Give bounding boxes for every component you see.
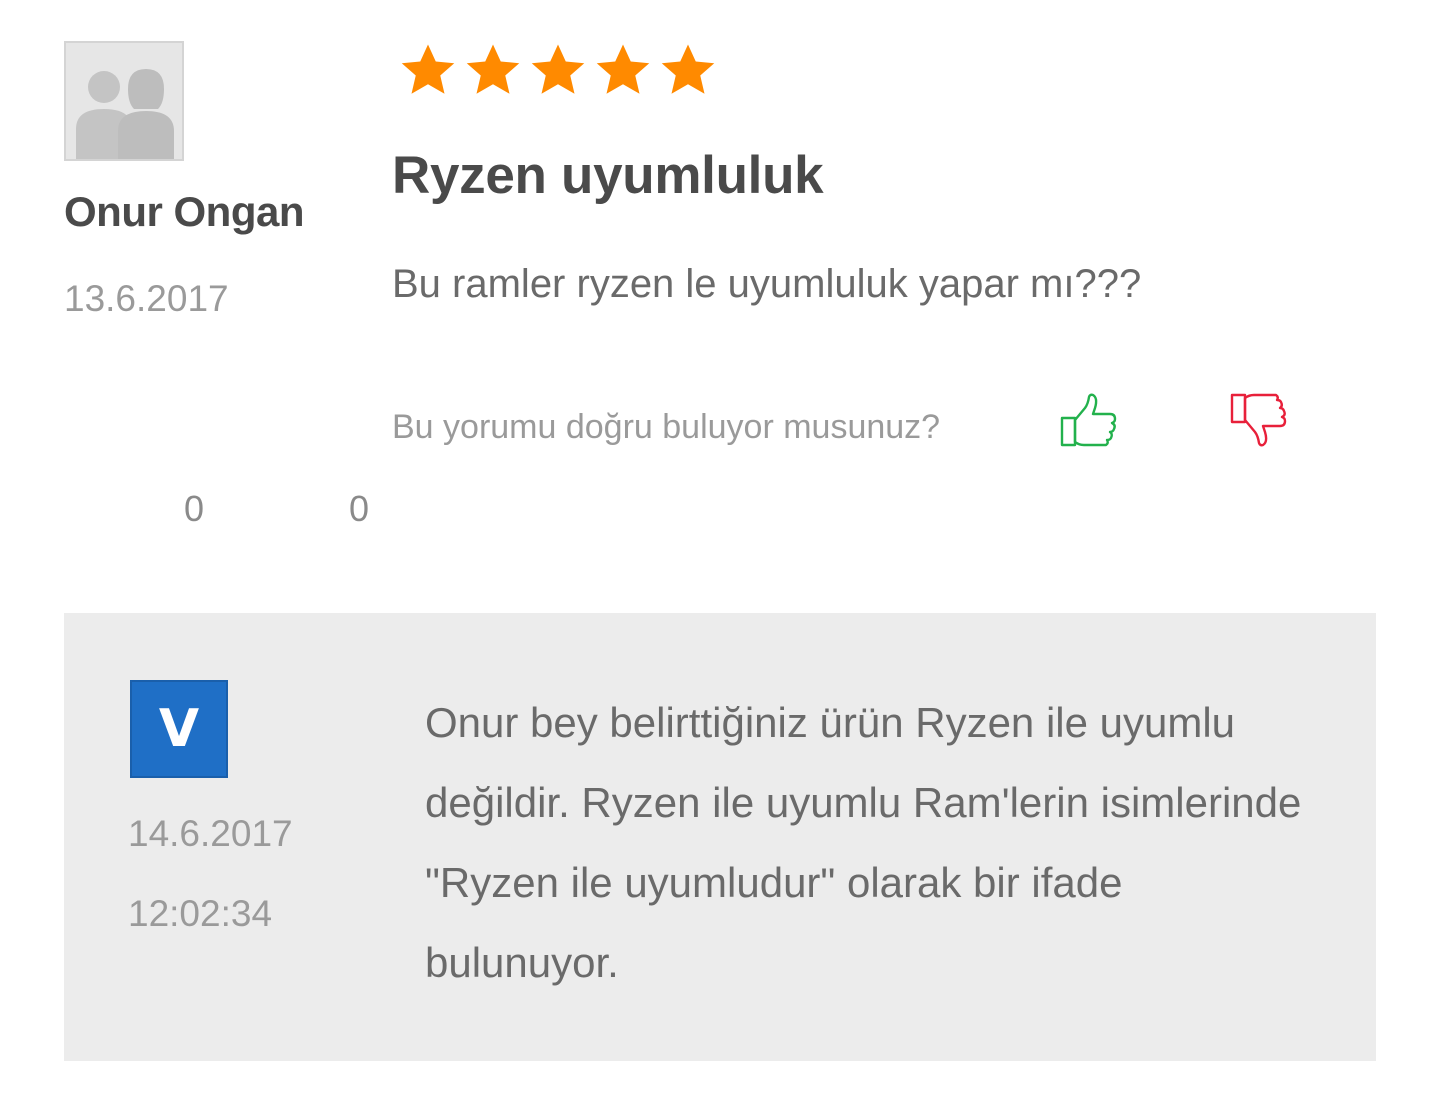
review-body: Bu ramler ryzen le uyumluluk yapar mı???: [392, 262, 1142, 306]
reply-text: Onur bey belirttiğiniz ürün Ryzen ile uy…: [425, 699, 1302, 986]
thumbs-up-icon: [1060, 393, 1117, 447]
reviewer-name: Onur Ongan: [64, 188, 305, 235]
star-icon: [596, 44, 650, 94]
helpful-question: Bu yorumu doğru buluyor musunuz?: [392, 408, 941, 446]
dislike-count: 0: [349, 488, 370, 529]
reply-time: 12:02:34: [128, 893, 273, 934]
star-icon: [531, 44, 585, 94]
star-icon: [401, 44, 455, 94]
like-count: 0: [184, 488, 205, 529]
default-user-silhouette-icon: [66, 43, 182, 159]
reply-date: 14.6.2017: [128, 813, 293, 854]
star-icon: [466, 44, 520, 94]
dislike-button[interactable]: [1228, 392, 1290, 448]
star-icon: [661, 44, 715, 94]
review-date: 13.6.2017: [64, 278, 229, 319]
reviewer-avatar: [64, 41, 184, 161]
rating-stars: [398, 40, 718, 100]
svg-text:V: V: [159, 704, 199, 754]
store-logo-v-icon: V: [159, 704, 199, 754]
like-button[interactable]: [1058, 392, 1120, 448]
thumbs-down-icon: [1230, 393, 1287, 447]
review-title: Ryzen uyumluluk: [392, 146, 824, 205]
store-logo: V: [130, 680, 228, 778]
